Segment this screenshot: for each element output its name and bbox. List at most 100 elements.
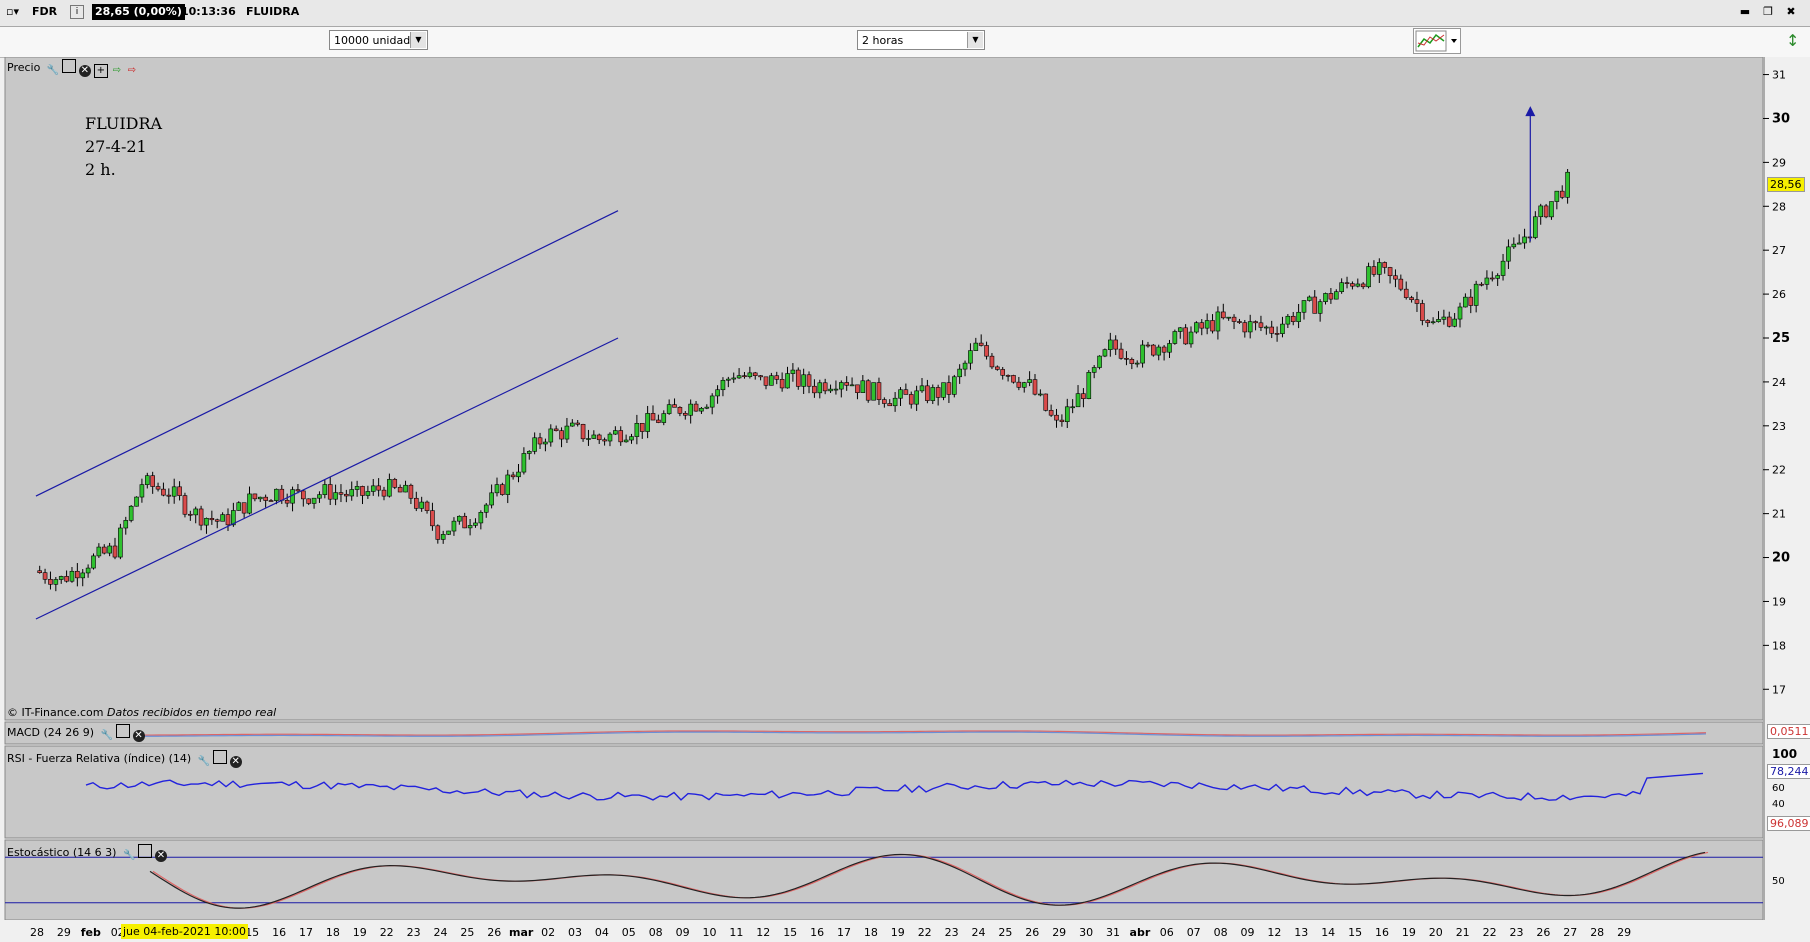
- candle-up: [570, 422, 575, 427]
- close-icon[interactable]: ✕: [132, 730, 145, 742]
- candle-up: [1533, 216, 1538, 238]
- candle-up: [1500, 260, 1506, 276]
- candle-down: [1059, 419, 1065, 422]
- candle-down: [1479, 283, 1484, 286]
- candle-up: [1134, 362, 1140, 365]
- close-icon[interactable]: ✕: [78, 65, 91, 77]
- rsi-tick-label: 100: [1772, 747, 1797, 761]
- candle-up: [790, 369, 796, 374]
- units-select[interactable]: 10000 unidades ▼: [329, 30, 428, 50]
- candle-up: [629, 436, 634, 441]
- candle-down: [1253, 321, 1258, 324]
- wrench-icon[interactable]: 🔧: [101, 730, 113, 742]
- period-select[interactable]: 2 horas ▼: [857, 30, 985, 50]
- window-menu-icon[interactable]: ▫▾: [6, 5, 19, 18]
- add-icon[interactable]: +: [93, 64, 108, 78]
- candle-down: [677, 407, 683, 414]
- candle-up: [769, 375, 774, 386]
- candle-up: [1538, 205, 1544, 218]
- candle-down: [1000, 369, 1006, 376]
- x-tick-label: 08: [649, 926, 663, 939]
- chart-area: 10080604020 50 2829feb020910111215161718…: [0, 57, 1810, 942]
- stoch-value-box: 96,089: [1767, 816, 1810, 831]
- candle-up: [91, 555, 96, 569]
- candle-up: [1549, 201, 1554, 218]
- x-tick-label: abr: [1130, 926, 1151, 939]
- y-tick-label: 31: [1772, 69, 1786, 82]
- candle-up: [709, 395, 715, 408]
- candle-down: [1011, 375, 1016, 383]
- candle-up: [1167, 343, 1172, 353]
- candle-down: [812, 385, 817, 394]
- candle-up: [446, 530, 451, 535]
- candle-up: [521, 453, 527, 473]
- window-icon[interactable]: [61, 59, 76, 73]
- candle-up: [1339, 282, 1344, 293]
- stoch-tick-label: 50: [1772, 876, 1785, 887]
- x-tick-label: 03: [568, 926, 582, 939]
- x-tick-label: 30: [1079, 926, 1093, 939]
- close-icon[interactable]: ✖: [1783, 5, 1799, 19]
- candle-down: [1118, 348, 1124, 359]
- candle-up: [370, 485, 376, 492]
- candle-down: [882, 399, 887, 404]
- candle-up: [898, 389, 903, 399]
- candle-up: [516, 471, 521, 478]
- price-panel-header: Precio 🔧 ✕ + ⇨ ⇨: [7, 59, 140, 78]
- candle-up: [564, 425, 570, 440]
- candle-down: [263, 496, 268, 501]
- symbol-label[interactable]: FDR: [32, 5, 57, 18]
- candle-down: [1312, 296, 1318, 314]
- candle-down: [1269, 326, 1275, 334]
- candle-down: [338, 492, 344, 495]
- candle-down: [327, 484, 333, 500]
- candle-down: [1258, 322, 1264, 328]
- candle-up: [1075, 393, 1081, 408]
- candle-down: [887, 403, 893, 407]
- chart-type-button[interactable]: [1413, 28, 1461, 54]
- wrench-icon[interactable]: 🔧: [123, 850, 135, 862]
- window-icon[interactable]: [137, 844, 152, 858]
- window-icon[interactable]: [115, 724, 130, 738]
- x-tick-label: 18: [864, 926, 878, 939]
- stoch-panel-header: Estocástico (14 6 3) 🔧 ✕: [7, 844, 169, 862]
- info-icon[interactable]: i: [70, 5, 84, 19]
- candle-down: [1446, 316, 1452, 327]
- wrench-icon[interactable]: 🔧: [198, 756, 210, 768]
- candle-down: [241, 502, 247, 514]
- x-tick-label: 02: [541, 926, 555, 939]
- window-icon[interactable]: [212, 750, 227, 764]
- candle: [446, 530, 451, 535]
- minimize-icon[interactable]: ▬: [1737, 5, 1753, 19]
- restore-icon[interactable]: ❐: [1760, 5, 1776, 19]
- candle: [1086, 370, 1092, 400]
- candle-up: [1307, 296, 1312, 301]
- candle-up: [828, 388, 833, 392]
- y-tick-label: 21: [1772, 508, 1786, 521]
- candle-down: [822, 382, 828, 392]
- candle-down: [946, 382, 952, 395]
- candle-down: [1387, 267, 1393, 277]
- wrench-icon[interactable]: 🔧: [47, 65, 59, 77]
- candle-up: [311, 497, 317, 504]
- close-icon[interactable]: ✕: [154, 850, 167, 862]
- candle-up: [1064, 406, 1070, 422]
- x-tick-label: 23: [1510, 926, 1524, 939]
- x-tick-label: 26: [1536, 926, 1550, 939]
- export-icon[interactable]: ⇨: [111, 65, 123, 77]
- candle-up: [1473, 283, 1479, 306]
- candle-down: [198, 508, 204, 526]
- candle-up: [1430, 321, 1436, 324]
- candle: [1043, 393, 1049, 412]
- candle-down: [693, 403, 699, 412]
- remove-icon[interactable]: ⇨: [126, 65, 138, 77]
- scale-icon[interactable]: ↕: [1786, 31, 1799, 50]
- candle-down: [1113, 339, 1118, 350]
- candle: [128, 505, 134, 523]
- close-icon[interactable]: ✕: [229, 756, 242, 768]
- candle-up: [1226, 316, 1231, 319]
- candle-up: [1457, 306, 1463, 320]
- candle-down: [855, 384, 860, 393]
- candle-up: [736, 375, 742, 379]
- candle-down: [1414, 299, 1420, 304]
